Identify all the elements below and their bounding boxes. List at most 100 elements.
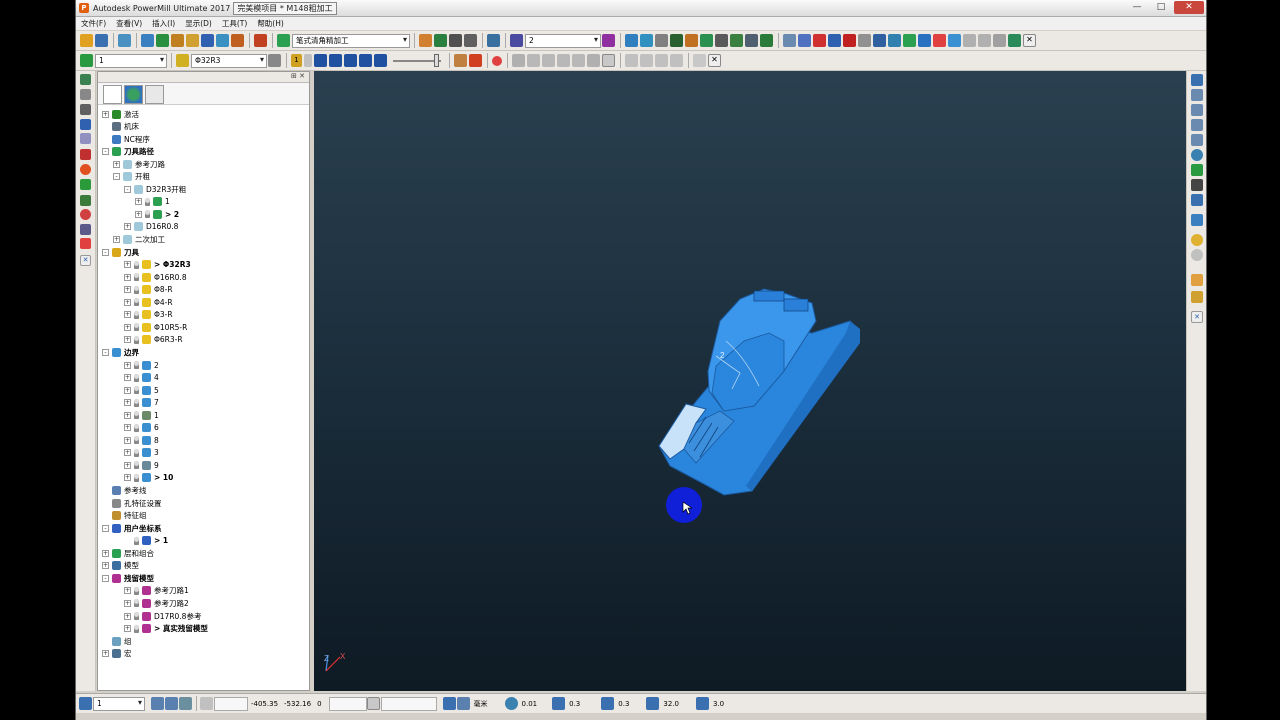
tree-expander-icon[interactable]: +: [124, 273, 131, 281]
shaded-view-icon[interactable]: [1191, 214, 1203, 226]
save-icon[interactable]: [95, 34, 108, 47]
minimize-button[interactable]: —: [1126, 1, 1148, 14]
coord-icon-1[interactable]: [151, 697, 164, 710]
tool-shade-icon[interactable]: [587, 54, 600, 67]
visibility-bulb-icon[interactable]: [134, 273, 139, 282]
tree-node[interactable]: - 开粗: [113, 171, 150, 183]
pin-icon[interactable]: ⊞ ✕: [291, 72, 305, 80]
view-iso-icon[interactable]: [1191, 74, 1203, 86]
tree-expander-icon[interactable]: +: [124, 386, 131, 394]
tree-node[interactable]: + Φ3-R: [124, 309, 173, 321]
tree-node[interactable]: + 层和组合: [102, 547, 154, 559]
visibility-bulb-icon[interactable]: [134, 285, 139, 294]
slider-knob[interactable]: [434, 53, 439, 67]
print-icon[interactable]: [118, 34, 131, 47]
tree-node[interactable]: +6: [124, 422, 159, 434]
fast-forward-icon[interactable]: [374, 54, 387, 67]
bulb-icon[interactable]: [268, 54, 281, 67]
tree-expander-icon[interactable]: +: [124, 461, 131, 469]
menu-view[interactable]: 查看(V): [116, 18, 142, 29]
status-input-a[interactable]: [328, 696, 367, 711]
tree-node[interactable]: +3: [124, 447, 159, 459]
options-icon[interactable]: [993, 34, 1006, 47]
block-icon[interactable]: [141, 34, 154, 47]
shade-icon[interactable]: [527, 54, 540, 67]
tree-expander-icon[interactable]: -: [102, 524, 109, 532]
maximize-button[interactable]: □: [1150, 1, 1172, 14]
simulation-options-icon[interactable]: [454, 54, 467, 67]
view-front-icon[interactable]: [1191, 104, 1203, 116]
tree-expander-icon[interactable]: +: [124, 298, 131, 306]
tree-expander-icon[interactable]: -: [102, 248, 109, 256]
calculate-icon[interactable]: [419, 34, 432, 47]
tree-node[interactable]: +1: [135, 196, 170, 208]
tree-node[interactable]: + D17R0.8参考: [124, 610, 201, 622]
close-toolbar-icon[interactable]: ✕: [1023, 34, 1036, 47]
transform-icon[interactable]: [487, 34, 500, 47]
step-dropdown-icon[interactable]: [304, 54, 312, 67]
tree-expander-icon[interactable]: +: [135, 210, 142, 218]
view-mode-icon[interactable]: [602, 54, 615, 67]
workplane-icon[interactable]: [80, 54, 93, 67]
menu-display[interactable]: 显示(D): [185, 18, 212, 29]
cut-simulation-icon[interactable]: [80, 164, 91, 175]
tree-node[interactable]: +5: [124, 384, 159, 396]
tree-node[interactable]: + Φ4-R: [124, 296, 173, 308]
visibility-bulb-icon[interactable]: [134, 298, 139, 307]
tree-expander-icon[interactable]: +: [124, 599, 131, 607]
menu-help[interactable]: 帮助(H): [257, 18, 284, 29]
shade-off-icon[interactable]: [512, 54, 525, 67]
tree-expander-icon[interactable]: +: [124, 587, 131, 595]
move-start-icon[interactable]: [670, 34, 683, 47]
toolpath-icon[interactable]: [277, 34, 290, 47]
coord-icon-2[interactable]: [165, 697, 178, 710]
visibility-bulb-icon[interactable]: [134, 599, 139, 608]
redo-icon[interactable]: [978, 34, 991, 47]
tree-node[interactable]: +7: [124, 397, 159, 409]
tree-node[interactable]: + Φ10R5-R: [124, 321, 187, 333]
stock-clear-icon[interactable]: [670, 54, 683, 67]
tree-node[interactable]: +2: [124, 359, 159, 371]
tree-node[interactable]: - 刀具路径: [102, 146, 154, 158]
abc-icon[interactable]: [80, 133, 91, 144]
tree-node[interactable]: + Φ16R0.8: [124, 271, 187, 283]
step-count[interactable]: 1: [291, 54, 302, 67]
simulation-speed-slider[interactable]: [393, 53, 441, 67]
tree-expander-icon[interactable]: +: [102, 650, 109, 658]
tree-expander-icon[interactable]: +: [124, 436, 131, 444]
cone-icon[interactable]: [933, 34, 946, 47]
calculator-icon[interactable]: [80, 104, 91, 115]
strategy-select[interactable]: 笔式清角精加工: [292, 33, 410, 48]
surface-icon[interactable]: [918, 34, 931, 47]
close-view-toolbar-icon[interactable]: ✕: [1191, 311, 1203, 323]
tree-node[interactable]: +4: [124, 372, 159, 384]
pattern-icon[interactable]: [80, 195, 91, 206]
tree-expander-icon[interactable]: +: [124, 361, 131, 369]
menu-file[interactable]: 文件(F): [81, 18, 106, 29]
open-icon[interactable]: [80, 34, 93, 47]
tree-expander-icon[interactable]: +: [124, 612, 131, 620]
visibility-bulb-icon[interactable]: [134, 461, 139, 470]
draft-icon[interactable]: [813, 34, 826, 47]
section-icon[interactable]: [903, 34, 916, 47]
leads-links-icon[interactable]: [186, 34, 199, 47]
step-forward-icon[interactable]: [359, 54, 372, 67]
zoom-box-icon[interactable]: [1191, 179, 1203, 191]
tree-node[interactable]: - 刀具: [102, 246, 139, 258]
tool-select[interactable]: Φ32R3: [191, 53, 267, 68]
sheet-icon[interactable]: [464, 34, 477, 47]
rainbow-icon[interactable]: [542, 54, 555, 67]
zoom-icon[interactable]: [1191, 149, 1203, 161]
visibility-bulb-icon[interactable]: [134, 361, 139, 369]
workplane-view-icon[interactable]: [80, 119, 91, 130]
tree-node[interactable]: +9: [124, 459, 159, 471]
status-box-icon[interactable]: [366, 697, 380, 710]
view-top-icon[interactable]: [1191, 89, 1203, 101]
workplane-select[interactable]: 1: [95, 53, 167, 68]
close-sim-toolbar-icon[interactable]: ✕: [708, 54, 721, 67]
feature-icon[interactable]: [510, 34, 523, 47]
tree-expander-icon[interactable]: +: [102, 549, 109, 557]
tree-node[interactable]: + > 10: [124, 472, 173, 484]
tool-icon[interactable]: [231, 34, 244, 47]
tree-node[interactable]: - 用户坐标系: [102, 522, 162, 534]
